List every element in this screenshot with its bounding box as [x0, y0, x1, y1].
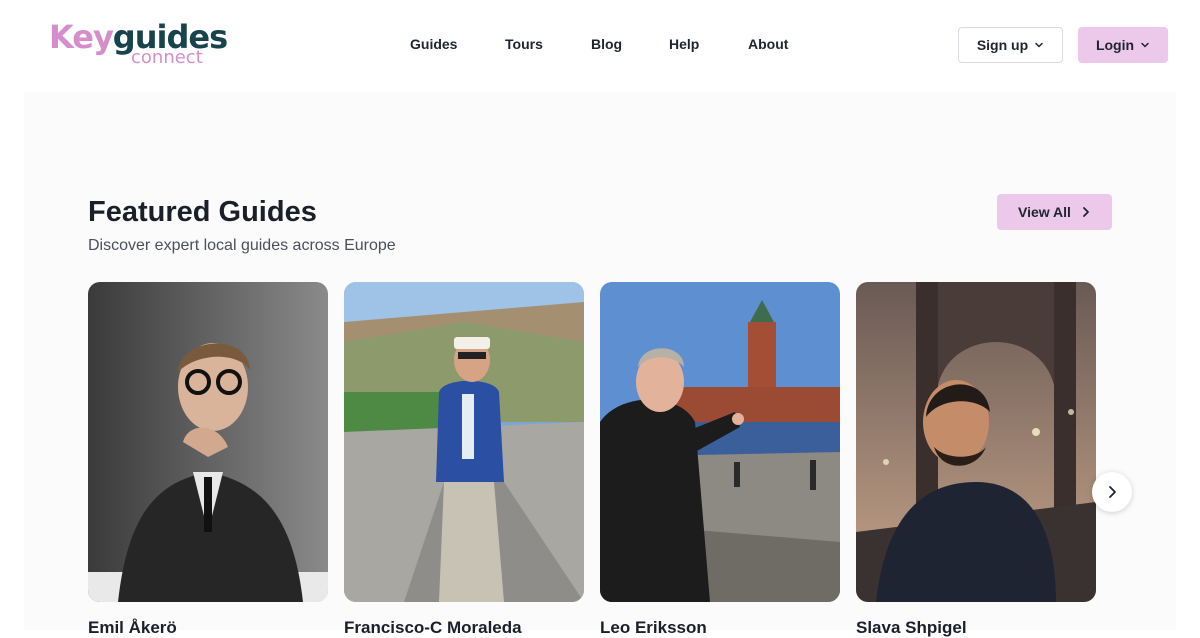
chevron-right-icon — [1109, 486, 1116, 498]
site-header: Keyguides connect Guides Tours Blog Help… — [0, 0, 1200, 92]
view-all-label: View All — [1018, 204, 1071, 220]
guide-photo — [344, 282, 584, 602]
guide-name: Emil Åkerö — [88, 618, 177, 637]
section-title: Featured Guides — [88, 196, 317, 228]
signup-button[interactable]: Sign up — [958, 27, 1063, 63]
nav-item-guides[interactable]: Guides — [410, 36, 457, 52]
guide-name: Slava Shpigel — [856, 618, 967, 637]
guide-card[interactable]: Francisco-C Moraleda — [344, 282, 584, 637]
chevron-right-icon — [1083, 207, 1089, 217]
nav-item-tours[interactable]: Tours — [505, 36, 543, 52]
guide-name: Leo Eriksson — [600, 618, 707, 637]
guide-photo — [856, 282, 1096, 602]
chevron-down-icon — [1035, 42, 1043, 48]
section-subtitle: Discover expert local guides across Euro… — [88, 237, 396, 254]
guide-photo — [88, 282, 328, 602]
nav-item-blog[interactable]: Blog — [591, 36, 622, 52]
guide-card[interactable]: Slava Shpigel — [856, 282, 1096, 637]
carousel-next-button[interactable] — [1092, 472, 1132, 512]
chevron-down-icon — [1141, 42, 1149, 48]
login-label: Login — [1095, 37, 1135, 53]
signup-label: Sign up — [976, 37, 1029, 53]
nav-item-help[interactable]: Help — [669, 36, 699, 52]
guide-name: Francisco-C Moraleda — [344, 618, 522, 637]
nav-item-about[interactable]: About — [748, 36, 788, 52]
view-all-button[interactable]: View All — [997, 194, 1112, 230]
guide-card[interactable]: Emil Åkerö — [88, 282, 328, 637]
guide-photo — [600, 282, 840, 602]
login-button[interactable]: Login — [1078, 27, 1168, 63]
guide-card[interactable]: Leo Eriksson — [600, 282, 840, 637]
